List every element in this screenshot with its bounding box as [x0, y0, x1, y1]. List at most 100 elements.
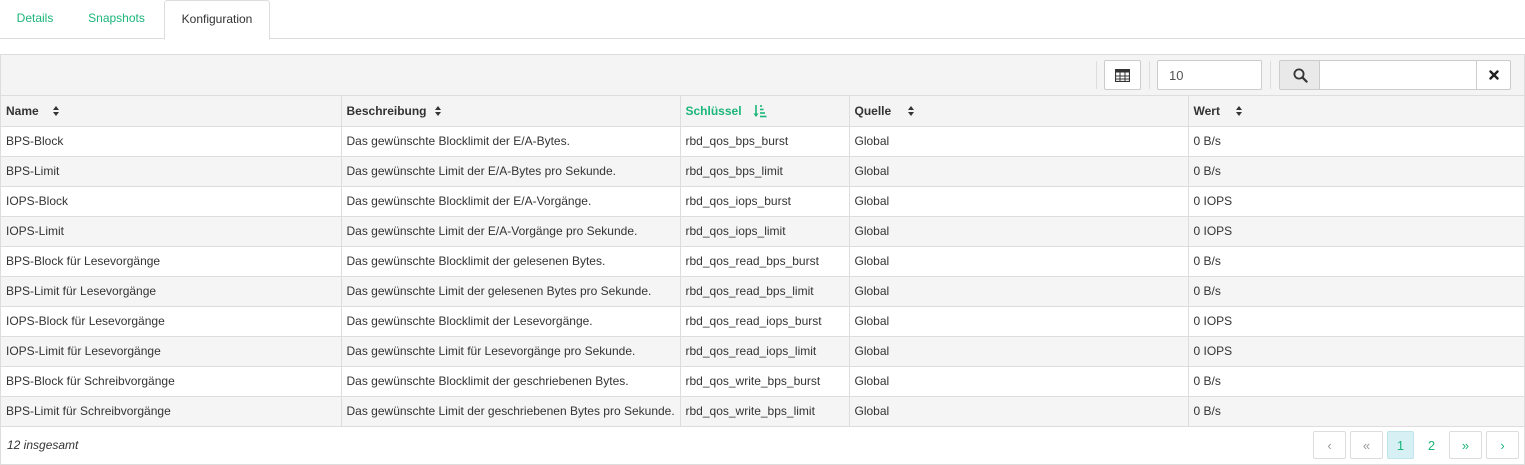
cell-quelle: Global: [849, 186, 1189, 217]
page-2-button[interactable]: 2: [1418, 431, 1445, 459]
page-1-button[interactable]: 1: [1387, 431, 1414, 459]
cell-quelle: Global: [849, 246, 1189, 277]
cell-schluessel: rbd_qos_bps_limit: [680, 156, 850, 187]
cell-quelle: Global: [849, 276, 1189, 307]
table-row[interactable]: BPS-Limit für Schreibvorgänge Das gewünsc…: [1, 396, 1524, 427]
cell-schluessel: rbd_qos_read_bps_limit: [680, 276, 850, 307]
cell-quelle: Global: [849, 156, 1189, 187]
cell-quelle: Global: [849, 336, 1189, 367]
table-row[interactable]: IOPS-Block Das gewünschte Blocklimit der …: [1, 186, 1524, 217]
cell-wert: 0 B/s: [1188, 396, 1524, 427]
config-table: Name Beschreibung Schlüssel Quelle Wert …: [1, 96, 1524, 427]
cell-beschreibung: Das gewünschte Limit der E/A-Bytes pro S…: [341, 156, 681, 187]
page-size-input[interactable]: [1157, 60, 1262, 90]
column-header-label: Schlüssel: [685, 103, 742, 118]
next-page-button[interactable]: ›: [1486, 431, 1519, 459]
search-icon: [1293, 68, 1308, 83]
cell-beschreibung: Das gewünschte Limit der geschriebenen B…: [341, 396, 681, 427]
cell-wert: 0 IOPS: [1188, 336, 1524, 367]
cell-name: BPS-Limit: [1, 156, 342, 187]
search-addon: [1279, 60, 1320, 90]
prev-page-button[interactable]: ‹: [1313, 431, 1346, 459]
cell-name: BPS-Limit für Schreibvorgänge: [1, 396, 342, 427]
cell-beschreibung: Das gewünschte Blocklimit der gelesenen …: [341, 246, 681, 277]
close-icon: [1488, 70, 1499, 80]
cell-wert: 0 IOPS: [1188, 216, 1524, 247]
table-row[interactable]: BPS-Limit Das gewünschte Limit der E/A-By…: [1, 156, 1524, 187]
first-page-button[interactable]: «: [1350, 431, 1383, 459]
cell-beschreibung: Das gewünschte Limit der E/A-Vorgänge pr…: [341, 216, 681, 247]
pagination: ‹ « 1 2 » ›: [1313, 431, 1519, 459]
cell-schluessel: rbd_qos_read_bps_burst: [680, 246, 850, 277]
cell-beschreibung: Das gewünschte Blocklimit der Lesevorgän…: [341, 306, 681, 337]
tab-details[interactable]: Details: [4, 0, 66, 39]
cell-wert: 0 IOPS: [1188, 186, 1524, 217]
column-header-schluessel[interactable]: Schlüssel: [680, 96, 850, 127]
toolbar-divider: [1149, 61, 1150, 89]
cell-wert: 0 B/s: [1188, 366, 1524, 397]
column-header-name[interactable]: Name: [1, 96, 342, 127]
cell-quelle: Global: [849, 216, 1189, 247]
column-header-label: Beschreibung: [346, 103, 427, 118]
cell-wert: 0 B/s: [1188, 156, 1524, 187]
sort-icon: [53, 106, 59, 116]
table-grid-icon: [1115, 68, 1130, 82]
table-row[interactable]: IOPS-Limit für Lesevorgänge Das gewünscht…: [1, 336, 1524, 367]
cell-quelle: Global: [849, 306, 1189, 337]
table-footer: 12 insgesamt ‹ « 1 2 » ›: [1, 426, 1524, 464]
cell-beschreibung: Das gewünschte Limit der gelesenen Bytes…: [341, 276, 681, 307]
sort-icon: [1235, 106, 1242, 116]
table-row[interactable]: IOPS-Limit Das gewünschte Limit der E/A-V…: [1, 216, 1524, 247]
sort-icon: [434, 106, 441, 116]
cell-wert: 0 B/s: [1188, 126, 1524, 157]
cell-name: BPS-Limit für Lesevorgänge: [1, 276, 342, 307]
search-input[interactable]: [1319, 60, 1477, 90]
column-header-label: Quelle: [854, 103, 892, 118]
table-row[interactable]: BPS-Limit für Lesevorgänge Das gewünschte…: [1, 276, 1524, 307]
column-header-label: Wert: [1193, 103, 1220, 118]
toolbar-divider: [1096, 61, 1097, 89]
toolbar-divider: [1270, 61, 1271, 89]
cell-beschreibung: Das gewünschte Blocklimit der E/A-Vorgän…: [341, 186, 681, 217]
cell-wert: 0 IOPS: [1188, 306, 1524, 337]
table-toolbar: [1, 55, 1524, 96]
cell-schluessel: rbd_qos_bps_burst: [680, 126, 850, 157]
last-page-button[interactable]: »: [1449, 431, 1482, 459]
table-row[interactable]: BPS-Block für Lesevorgänge Das gewünschte…: [1, 246, 1524, 277]
table-row[interactable]: BPS-Block Das gewünschte Blocklimit der E…: [1, 126, 1524, 157]
table-row[interactable]: BPS-Block für Schreibvorgänge Das gewünsc…: [1, 366, 1524, 397]
cell-beschreibung: Das gewünschte Blocklimit der E/A-Bytes.: [341, 126, 681, 157]
tab-bar: Details Snapshots Konfiguration: [0, 0, 1525, 40]
cell-beschreibung: Das gewünschte Limit für Lesevorgänge pr…: [341, 336, 681, 367]
cell-beschreibung: Das gewünschte Blocklimit der geschriebe…: [341, 366, 681, 397]
table-header-row: Name Beschreibung Schlüssel Quelle Wert: [1, 96, 1524, 127]
cell-schluessel: rbd_qos_write_bps_limit: [680, 396, 850, 427]
cell-quelle: Global: [849, 396, 1189, 427]
cell-schluessel: rbd_qos_write_bps_burst: [680, 366, 850, 397]
cell-quelle: Global: [849, 126, 1189, 157]
table-row[interactable]: IOPS-Block für Lesevorgänge Das gewünscht…: [1, 306, 1524, 337]
config-datatable: Name Beschreibung Schlüssel: [0, 54, 1525, 465]
columns-toggle-button[interactable]: [1104, 60, 1141, 90]
cell-schluessel: rbd_qos_read_iops_limit: [680, 336, 850, 367]
cell-schluessel: rbd_qos_read_iops_burst: [680, 306, 850, 337]
cell-wert: 0 B/s: [1188, 246, 1524, 277]
column-header-quelle[interactable]: Quelle: [849, 96, 1189, 127]
tab-snapshots[interactable]: Snapshots: [80, 0, 153, 39]
column-header-wert[interactable]: Wert: [1188, 96, 1524, 127]
cell-schluessel: rbd_qos_iops_burst: [680, 186, 850, 217]
total-count: 12 insgesamt: [7, 438, 79, 452]
tab-konfiguration[interactable]: Konfiguration: [164, 0, 270, 40]
cell-schluessel: rbd_qos_iops_limit: [680, 216, 850, 247]
cell-name: IOPS-Block für Lesevorgänge: [1, 306, 342, 337]
sort-icon: [907, 106, 914, 116]
cell-name: IOPS-Limit: [1, 216, 342, 247]
cell-name: BPS-Block für Schreibvorgänge: [1, 366, 342, 397]
cell-name: BPS-Block für Lesevorgänge: [1, 246, 342, 277]
column-header-beschreibung[interactable]: Beschreibung: [341, 96, 681, 127]
cell-name: BPS-Block: [1, 126, 342, 157]
column-header-label: Name: [6, 103, 39, 118]
cell-name: IOPS-Block: [1, 186, 342, 217]
cell-name: IOPS-Limit für Lesevorgänge: [1, 336, 342, 367]
clear-search-button[interactable]: [1476, 60, 1511, 90]
